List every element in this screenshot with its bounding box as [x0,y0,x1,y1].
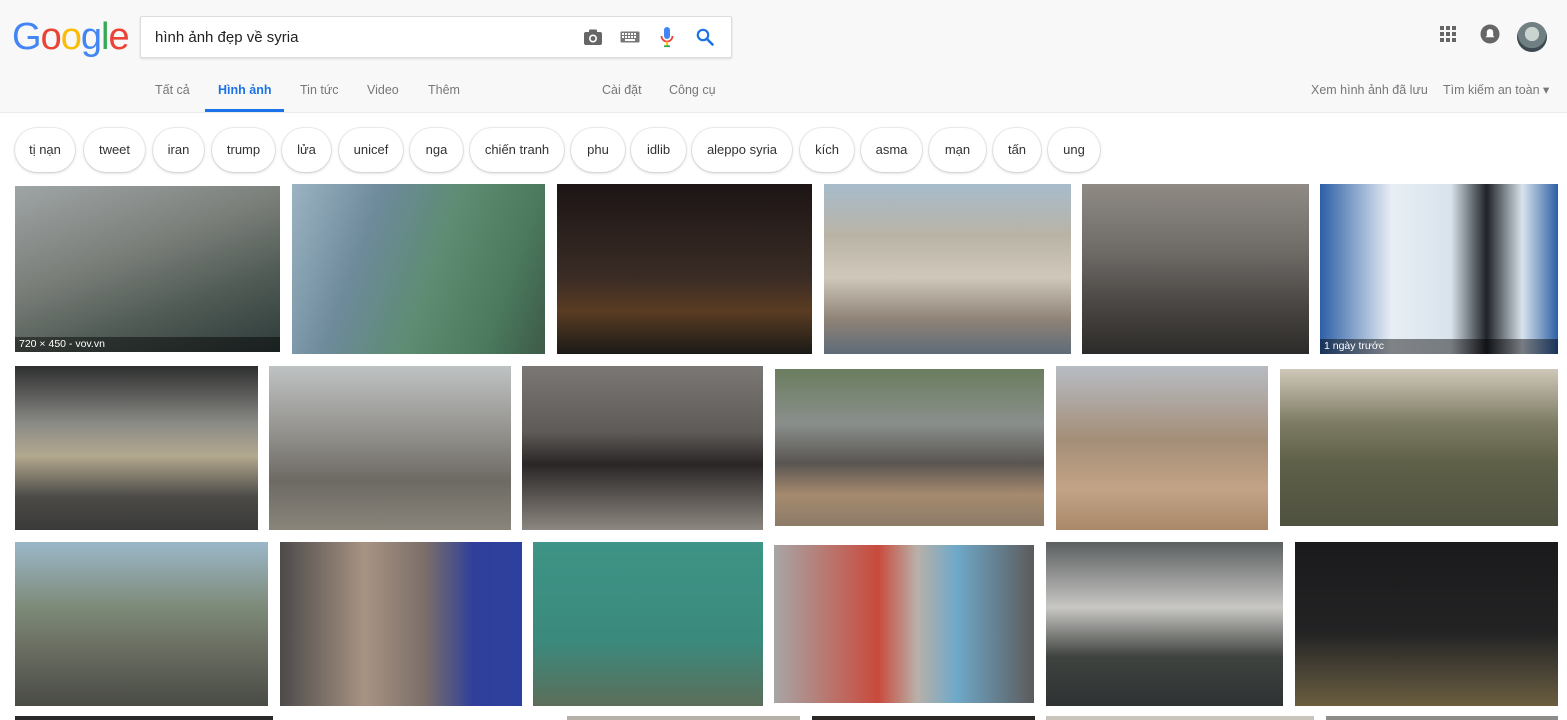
image-result[interactable] [557,184,812,354]
safe-search-menu[interactable]: Tìm kiếm an toàn ▾ [1443,70,1549,109]
image-result[interactable] [292,184,545,354]
chip[interactable]: iran [153,128,204,172]
image-caption: 1 ngày trước [1320,339,1558,354]
chip[interactable]: asma [861,128,922,172]
image-result[interactable] [522,366,763,530]
chip[interactable]: chiến tranh [470,128,564,172]
chip[interactable]: nga [410,128,463,172]
image-result[interactable] [812,716,1035,720]
tab-video[interactable]: Video [367,70,399,109]
avatar[interactable] [1517,22,1547,52]
search-input[interactable] [155,17,575,57]
logo-letter: G [12,16,42,58]
chip[interactable]: mạn [929,128,986,172]
image-result[interactable] [269,366,511,530]
google-logo[interactable]: Google [12,14,130,60]
image-result[interactable] [1295,542,1558,706]
tab-images[interactable]: Hình ảnh [205,70,285,112]
chip[interactable]: trump [212,128,275,172]
chip[interactable]: ung [1048,128,1100,172]
chip[interactable]: idlib [631,128,686,172]
chip[interactable]: phu [571,128,625,172]
notifications-icon[interactable] [1478,22,1502,46]
image-result[interactable]: 720 × 450 - vov.vn [15,186,280,352]
search-box [140,16,732,58]
tab-settings[interactable]: Cài đặt [602,70,642,109]
tab-news[interactable]: Tin tức [300,70,338,109]
chip[interactable]: tị nạn [15,128,75,172]
saved-images-link[interactable]: Xem hình ảnh đã lưu [1311,70,1428,109]
image-result[interactable] [15,716,273,720]
tab-more[interactable]: Thêm [428,70,460,109]
image-result[interactable]: 1 ngày trước [1320,184,1558,354]
image-result[interactable] [824,184,1071,354]
image-result[interactable] [1082,184,1309,354]
chip[interactable]: tấn [993,128,1041,172]
logo-letter: o [60,16,82,58]
image-result[interactable] [1326,716,1558,720]
image-result[interactable] [15,366,258,530]
chip[interactable]: kích [800,128,854,172]
search-icon[interactable] [693,25,717,49]
image-result[interactable] [1280,369,1558,526]
apps-grid-icon[interactable] [1436,22,1460,46]
image-caption: 720 × 450 - vov.vn [15,337,280,352]
image-result[interactable] [280,542,522,706]
image-result[interactable] [775,369,1044,526]
logo-letter: e [108,16,129,58]
search-tabs: Tất cả Hình ảnh Tin tức Video Thêm Cài đ… [0,70,1567,112]
logo-letter: o [40,16,62,58]
chip[interactable]: unicef [339,128,403,172]
microphone-icon[interactable] [655,25,679,49]
logo-letter: g [80,16,102,58]
image-result[interactable] [774,545,1034,703]
image-result[interactable] [1046,716,1314,720]
image-result[interactable] [533,542,763,706]
header: Google Tất cả Hình ảnh Tin tức Vid [0,0,1567,113]
image-result[interactable] [15,542,268,706]
image-result[interactable] [1046,542,1283,706]
chip[interactable]: aleppo syria [692,128,792,172]
logo-letter: l [100,16,110,58]
chip[interactable]: lửa [282,128,331,172]
tab-tools[interactable]: Công cụ [669,70,716,109]
image-result[interactable] [1056,366,1268,530]
chip[interactable]: tweet [84,128,145,172]
image-result[interactable] [567,716,800,720]
tab-all[interactable]: Tất cả [155,70,190,109]
keyboard-icon[interactable] [618,25,642,49]
camera-icon[interactable] [581,25,605,49]
